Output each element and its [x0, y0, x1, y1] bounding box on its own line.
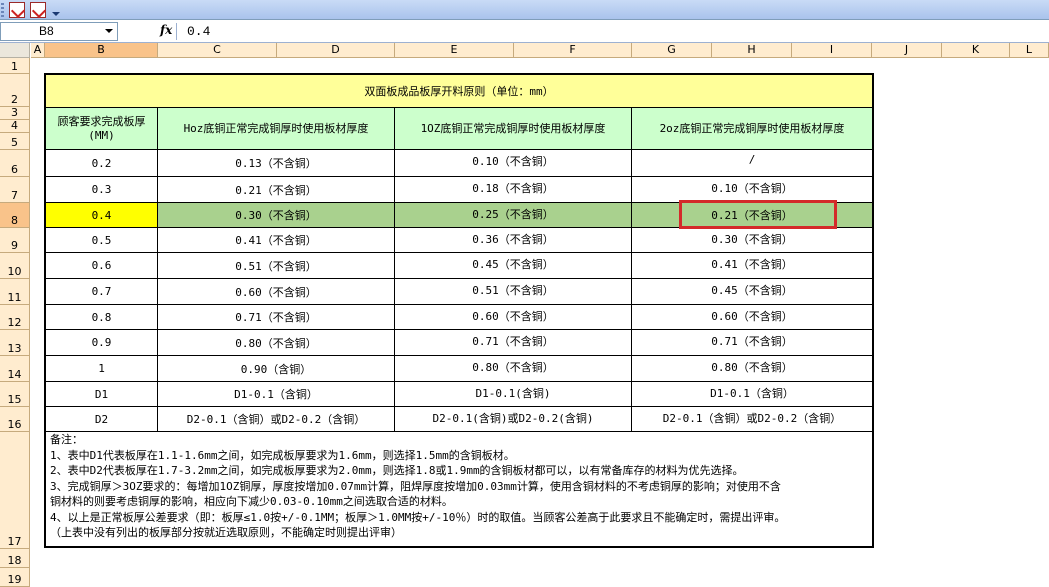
notes-line: 3、完成铜厚＞3OZ要求的：每增加1OZ铜厚，厚度按增加0.07mm计算，阻焊厚… [50, 479, 781, 493]
notes-block[interactable]: 备注： 1、表中D1代表板厚在1.1-1.6mm之间，如完成板厚要求为1.6mm… [44, 430, 874, 548]
row-header-15[interactable]: 15 [0, 382, 30, 407]
header-hoz-copper[interactable]: Hoz底铜正常完成铜厚时使用板材厚度 [158, 108, 395, 150]
1oz-cell[interactable]: 0.45（不含铜） [395, 253, 632, 279]
1oz-cell[interactable]: D2-0.1(含铜)或D2-0.2(含铜) [395, 407, 632, 432]
column-header-i[interactable]: I [792, 43, 872, 58]
thickness-cell[interactable]: 0.2 [44, 150, 158, 177]
1oz-cell[interactable]: 0.80（不含铜） [395, 356, 632, 382]
hoz-cell[interactable]: 0.80（不含铜） [158, 330, 395, 356]
row-header-17[interactable]: 17 [0, 432, 30, 549]
column-header-d[interactable]: D [277, 43, 395, 58]
hoz-cell[interactable]: 0.30（不含铜） [158, 203, 395, 228]
hoz-cell[interactable]: D1-0.1（含铜） [158, 382, 395, 407]
2oz-cell[interactable]: D1-0.1（含铜） [632, 382, 874, 407]
row-header-7[interactable]: 7 [0, 177, 30, 203]
row-header-16[interactable]: 16 [0, 407, 30, 432]
highlight-box [679, 200, 837, 229]
row-header-19[interactable]: 19 [0, 568, 30, 587]
toolbar-grip-icon[interactable] [1, 3, 4, 17]
hoz-cell[interactable]: 0.13（不含铜） [158, 150, 395, 177]
pdf-convert-icon[interactable] [9, 2, 25, 18]
column-header-k[interactable]: K [942, 43, 1010, 58]
thickness-cell[interactable]: 0.5 [44, 228, 158, 253]
2oz-cell[interactable]: / [632, 150, 874, 177]
row-header-11[interactable]: 11 [0, 279, 30, 305]
column-header-j[interactable]: J [872, 43, 942, 58]
hoz-cell[interactable]: 0.41（不含铜） [158, 228, 395, 253]
row-header-6[interactable]: 6 [0, 150, 30, 177]
row-header-9[interactable]: 9 [0, 228, 30, 253]
notes-line: 2、表中D2代表板厚在1.7-3.2mm之间，如完成板厚要求为2.0mm，则选择… [50, 464, 744, 477]
row-header-2[interactable]: 2 [0, 74, 30, 107]
column-header-c[interactable]: C [158, 43, 277, 58]
column-header-h[interactable]: H [712, 43, 792, 58]
1oz-cell[interactable]: 0.71（不含铜） [395, 330, 632, 356]
hoz-cell[interactable]: 0.71（不含铜） [158, 305, 395, 330]
row-header-14[interactable]: 14 [0, 356, 30, 382]
notes-line: 备注： [50, 433, 83, 446]
column-header-e[interactable]: E [395, 43, 514, 58]
thickness-cell[interactable]: 0.6 [44, 253, 158, 279]
notes-line: 1、表中D1代表板厚在1.1-1.6mm之间，如完成板厚要求为1.6mm，则选择… [50, 448, 515, 462]
thickness-cell[interactable]: 0.4 [44, 203, 158, 228]
header-board-thickness[interactable]: 顾客要求完成板厚(MM) [44, 108, 158, 150]
pdf-email-icon[interactable] [30, 2, 46, 18]
1oz-cell[interactable]: 0.10（不含铜） [395, 150, 632, 177]
column-header-l[interactable]: L [1010, 43, 1049, 58]
toolbar [0, 0, 1049, 20]
row-header-18[interactable]: 18 [0, 549, 30, 568]
thickness-cell[interactable]: 0.9 [44, 330, 158, 356]
2oz-cell[interactable]: D2-0.1（含铜）或D2-0.2（含铜） [632, 407, 874, 432]
2oz-cell[interactable]: 0.30（不含铜） [632, 228, 874, 253]
thickness-cell[interactable]: 0.8 [44, 305, 158, 330]
2oz-cell[interactable]: 0.60（不含铜） [632, 305, 874, 330]
hoz-cell[interactable]: D2-0.1（含铜）或D2-0.2（含铜） [158, 407, 395, 432]
row-header-4[interactable]: 4 [0, 119, 30, 133]
header-1oz-copper[interactable]: 1OZ底铜正常完成铜厚时使用板材厚度 [395, 108, 632, 150]
hoz-cell[interactable]: 0.51（不含铜） [158, 253, 395, 279]
row-header-5[interactable]: 5 [0, 133, 30, 150]
table-title[interactable]: 双面板成品板厚开料原则（单位：mm） [44, 73, 874, 108]
1oz-cell[interactable]: D1-0.1(含铜) [395, 382, 632, 407]
thickness-cell[interactable]: 0.3 [44, 177, 158, 203]
column-header-g[interactable]: G [632, 43, 712, 58]
thickness-cell[interactable]: D2 [44, 407, 158, 432]
row-header-13[interactable]: 13 [0, 330, 30, 356]
2oz-cell[interactable]: 0.71（不含铜） [632, 330, 874, 356]
notes-line: （上表中没有列出的板厚部分按就近选取原则，不能确定时则提出评审） [50, 526, 402, 539]
insert-function-icon[interactable]: fx [160, 23, 172, 37]
hoz-cell[interactable]: 0.60（不含铜） [158, 279, 395, 305]
1oz-cell[interactable]: 0.18（不含铜） [395, 177, 632, 203]
name-box-dropdown-icon[interactable] [101, 22, 117, 39]
formula-input[interactable]: 0.4 [187, 23, 210, 40]
notes-line: 4、以上是正常板厚公差要求（即：板厚≤1.0按+/-0.1MM；板厚＞1.0MM… [50, 510, 786, 524]
1oz-cell[interactable]: 0.25（不含铜） [395, 203, 632, 228]
row-header-10[interactable]: 10 [0, 253, 30, 279]
thickness-cell[interactable]: 0.7 [44, 279, 158, 305]
2oz-cell[interactable]: 0.80（不含铜） [632, 356, 874, 382]
hoz-cell[interactable]: 0.21（不含铜） [158, 177, 395, 203]
row-header-8[interactable]: 8 [0, 203, 30, 228]
column-header-a[interactable]: A [31, 43, 45, 58]
thickness-cell[interactable]: 1 [44, 356, 158, 382]
2oz-cell[interactable]: 0.45（不含铜） [632, 279, 874, 305]
1oz-cell[interactable]: 0.51（不含铜） [395, 279, 632, 305]
hoz-cell[interactable]: 0.90（含铜） [158, 356, 395, 382]
thickness-cell[interactable]: D1 [44, 382, 158, 407]
row-header-1[interactable]: 1 [0, 58, 30, 74]
formula-separator [176, 23, 177, 40]
column-header-b[interactable]: B [45, 43, 158, 58]
1oz-cell[interactable]: 0.36（不含铜） [395, 228, 632, 253]
toolbar-options-icon[interactable] [51, 4, 60, 18]
select-all-corner[interactable] [0, 43, 30, 58]
1oz-cell[interactable]: 0.60（不含铜） [395, 305, 632, 330]
row-header-12[interactable]: 12 [0, 305, 30, 330]
header-2oz-copper[interactable]: 2oz底铜正常完成铜厚时使用板材厚度 [632, 108, 874, 150]
formula-bar: B8 fx 0.4 [0, 21, 1049, 43]
2oz-cell[interactable]: 0.41（不含铜） [632, 253, 874, 279]
notes-line: 铜材料的则要考虑铜厚的影响，相应向下减少0.03-0.10mm之间选取合适的材料… [50, 495, 453, 508]
column-header-f[interactable]: F [514, 43, 632, 58]
